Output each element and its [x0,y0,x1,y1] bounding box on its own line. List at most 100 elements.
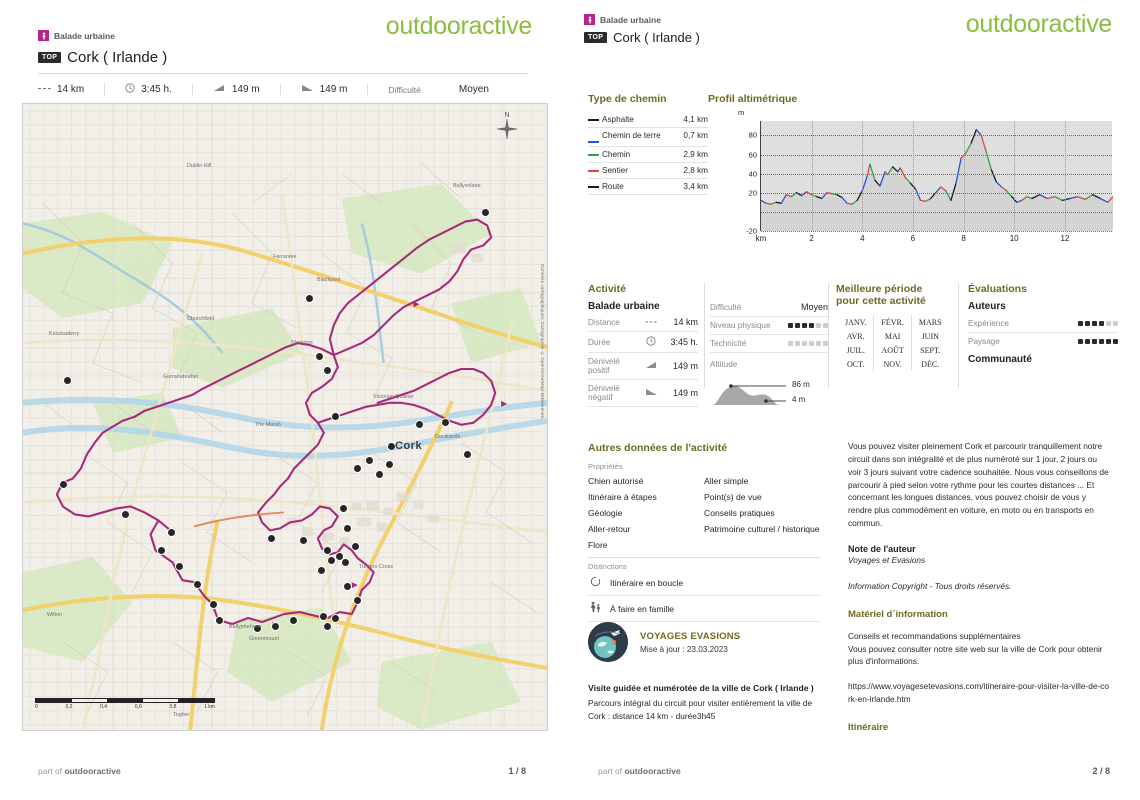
x-tick-label: 10 [1009,234,1019,243]
author-note-value: Voyages et Evasions [848,555,926,566]
property-row: Chien autorisé Aller simple [588,473,820,489]
waypoint-marker[interactable] [157,546,166,555]
vertical-divider [828,283,829,388]
vertical-gridline [862,121,864,230]
property-cell: Aller simple [704,476,749,486]
waypoint-marker[interactable] [323,546,332,555]
material-line-1: Conseils et recommandations supplémentai… [848,630,1021,641]
title-divider [38,73,528,74]
rating-dot [1113,339,1118,344]
waypoint-marker[interactable] [315,352,324,361]
map-place-label: Churchfield [187,316,215,322]
ascent-icon [213,84,226,95]
scalebar-labels: 0 0,2 0,4 0,6 0,8 1 km [35,704,215,710]
property-cell: Aller-retour [588,524,631,534]
waypoint-marker[interactable] [209,600,218,609]
waypoint-marker[interactable] [175,562,184,571]
waypoint-marker[interactable] [343,582,352,591]
waypoint-marker[interactable] [121,510,130,519]
page-number-right: 2 / 8 [1092,766,1110,776]
waypoint-marker[interactable] [317,566,326,575]
walking-person-icon [584,14,595,25]
waypoint-marker[interactable] [215,616,224,625]
waypoint-marker[interactable] [319,612,328,621]
descent-icon [301,84,314,95]
waypoint-marker[interactable] [385,460,394,469]
path-type-swatch [588,162,602,179]
waypoint-marker[interactable] [353,464,362,473]
waypoint-marker[interactable] [331,412,340,421]
waypoint-marker[interactable] [375,470,384,479]
waypoint-marker[interactable] [63,376,72,385]
map-place-label: Blackpool [317,277,341,283]
waypoint-marker[interactable] [341,558,350,567]
waypoint-marker[interactable] [59,480,68,489]
vertical-gridline [1014,121,1016,230]
waypoint-marker[interactable] [343,524,352,533]
waypoint-marker[interactable] [267,534,276,543]
waypoint-marker[interactable] [305,294,314,303]
rating-dot [1092,339,1097,344]
month-cell: JUIL. [838,343,875,357]
x-tick-label: 4 [860,234,865,243]
waypoint-marker[interactable] [331,614,340,623]
path-type-value: 0,7 km [676,127,708,147]
x-tick-label: 8 [961,234,966,243]
footer-brand: outdooractive [624,766,681,776]
vertical-gridline [811,121,813,230]
waypoint-marker[interactable] [299,536,308,545]
gridline [761,231,1112,232]
waypoint-marker[interactable] [441,418,450,427]
best-period-section: Meilleure période pour cette activité JA… [836,283,954,371]
metric-label: Dénivelé positif [588,352,640,380]
rating-dots [779,334,828,353]
scalebar-tick: 0,6 [134,704,142,710]
waypoint-marker[interactable] [323,622,332,631]
month-cell: MAI [873,329,912,343]
map-place-label: Farranree [273,254,297,260]
material-title: Matériel d´information [848,608,948,620]
waypoint-marker[interactable] [353,596,362,605]
waypoint-marker[interactable] [365,456,374,465]
evaluation-row: Paysage [968,333,1118,351]
rating-dot [1099,339,1104,344]
rating-dot [1085,339,1090,344]
material-url[interactable]: https://www.voyagesetevasions.com/itiner… [848,680,1110,706]
waypoint-marker[interactable] [323,366,332,375]
distinction-label: Itinéraire en boucle [610,578,684,588]
map-place-label: Togher [173,712,190,718]
waypoint-marker[interactable] [289,616,298,625]
clock-icon [640,331,662,353]
metric-label: Durée [588,331,640,353]
waypoint-marker[interactable] [167,528,176,537]
route-map[interactable]: Cork Dublin Hill Ballyvolane Churchfield… [22,103,548,731]
waypoint-marker[interactable] [271,622,280,631]
stat-ascent-value: 149 m [231,84,260,95]
waypoint-marker[interactable] [481,208,490,217]
month-cell: JUIN [921,331,939,341]
properties-divider [588,557,820,558]
vertical-gridline [912,121,914,230]
path-type-swatch [588,178,602,195]
waypoint-marker[interactable] [351,542,360,551]
waypoint-marker[interactable] [339,504,348,513]
metric-value: 149 m [662,352,698,380]
map-place-label: Ballyphehane [229,624,262,630]
path-type-row: Chemin de terre 0,7 km [588,127,708,147]
description-paragraph: Vous pouvez visiter pleinement Cork et p… [848,441,1109,529]
waypoint-marker[interactable] [193,580,202,589]
evaluation-label: Expérience [968,315,1043,333]
waypoint-marker[interactable] [415,420,424,429]
path-type-row: Asphalte 4,1 km [588,112,708,128]
property-cell: Point(s) de vue [704,492,762,502]
document-spread: outdooractive Balade urbaine TOP Cork ( … [0,0,1140,800]
stat-bar: 14 km 3:45 h. 149 m 149 m Difficulté Moy… [38,83,528,96]
rating-dot [809,323,814,328]
rating-dot [802,323,807,328]
rating-label: Difficulté [710,298,780,317]
rating-dot [816,341,821,346]
properties-table: Chien autorisé Aller simple Itinéraire à… [588,473,820,553]
map-city-label: Cork [395,440,423,452]
altitude-profile-icon [712,384,786,405]
waypoint-marker[interactable] [463,450,472,459]
